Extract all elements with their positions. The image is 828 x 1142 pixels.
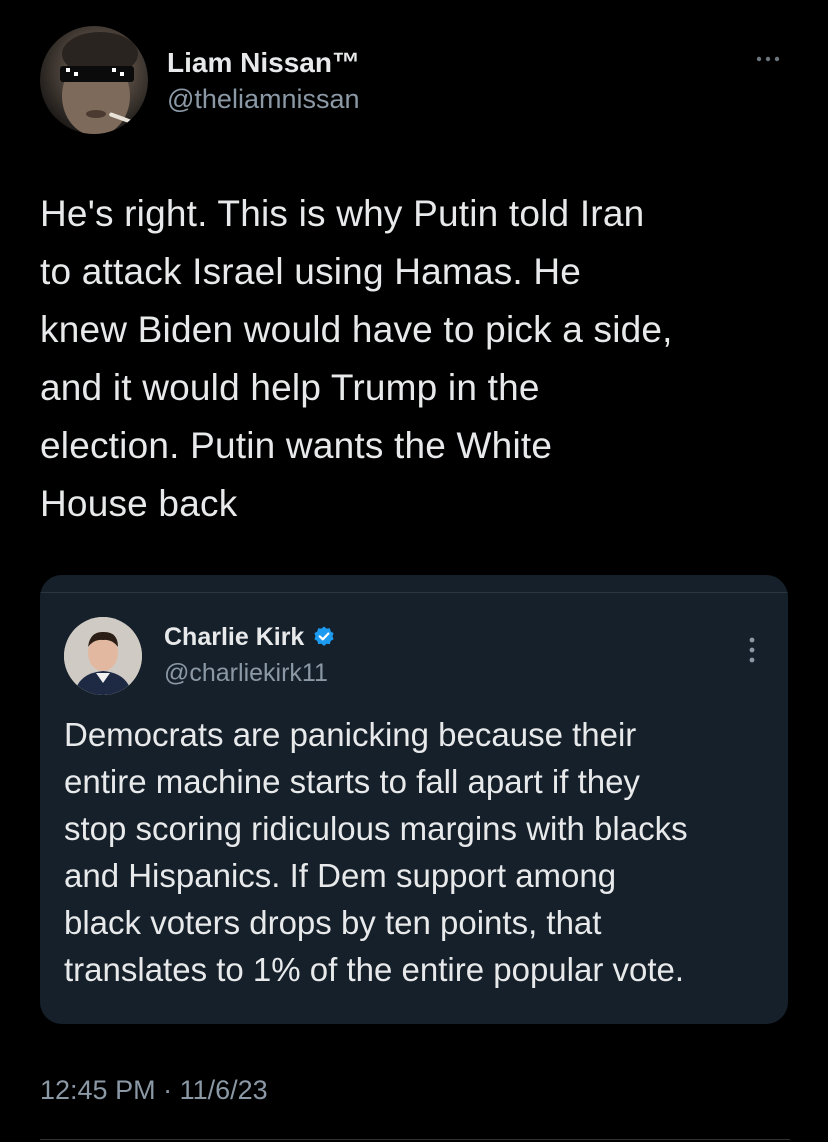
card-divider bbox=[40, 592, 788, 593]
bottom-divider bbox=[40, 1139, 790, 1140]
tweet-text: He's right. This is why Putin told Iran … bbox=[40, 193, 673, 524]
verified-badge-icon bbox=[312, 625, 336, 649]
quoted-tweet-text: Democrats are panicking because their en… bbox=[64, 716, 688, 988]
more-horizontal-icon[interactable] bbox=[746, 44, 790, 74]
quoted-tweet-card[interactable]: Charlie Kirk @charliekirk11 Democrats ar… bbox=[40, 575, 788, 1024]
author-handle[interactable]: @theliamnissan bbox=[167, 82, 360, 116]
quoted-author-handle[interactable]: @charliekirk11 bbox=[164, 657, 336, 689]
avatar-image bbox=[60, 32, 142, 134]
author-info: Liam Nissan™ @theliamnissan bbox=[167, 46, 360, 116]
quoted-author-name[interactable]: Charlie Kirk bbox=[164, 621, 304, 653]
quoted-author-info: Charlie Kirk @charliekirk11 bbox=[164, 621, 336, 689]
author-avatar[interactable] bbox=[40, 26, 148, 134]
quoted-author-avatar[interactable] bbox=[64, 617, 142, 695]
timestamp-separator: · bbox=[163, 1075, 173, 1105]
author-name[interactable]: Liam Nissan™ bbox=[167, 46, 360, 80]
tweet-timestamp: 12:45 PM · 11/6/23 bbox=[40, 1072, 268, 1108]
tweet-date[interactable]: 11/6/23 bbox=[180, 1075, 268, 1105]
tweet-time[interactable]: 12:45 PM bbox=[40, 1075, 156, 1105]
quoted-avatar-image bbox=[64, 617, 142, 695]
quoted-name-row: Charlie Kirk bbox=[164, 621, 336, 653]
tweet-header: Liam Nissan™ @theliamnissan bbox=[40, 26, 790, 136]
more-vertical-icon[interactable] bbox=[744, 633, 760, 667]
